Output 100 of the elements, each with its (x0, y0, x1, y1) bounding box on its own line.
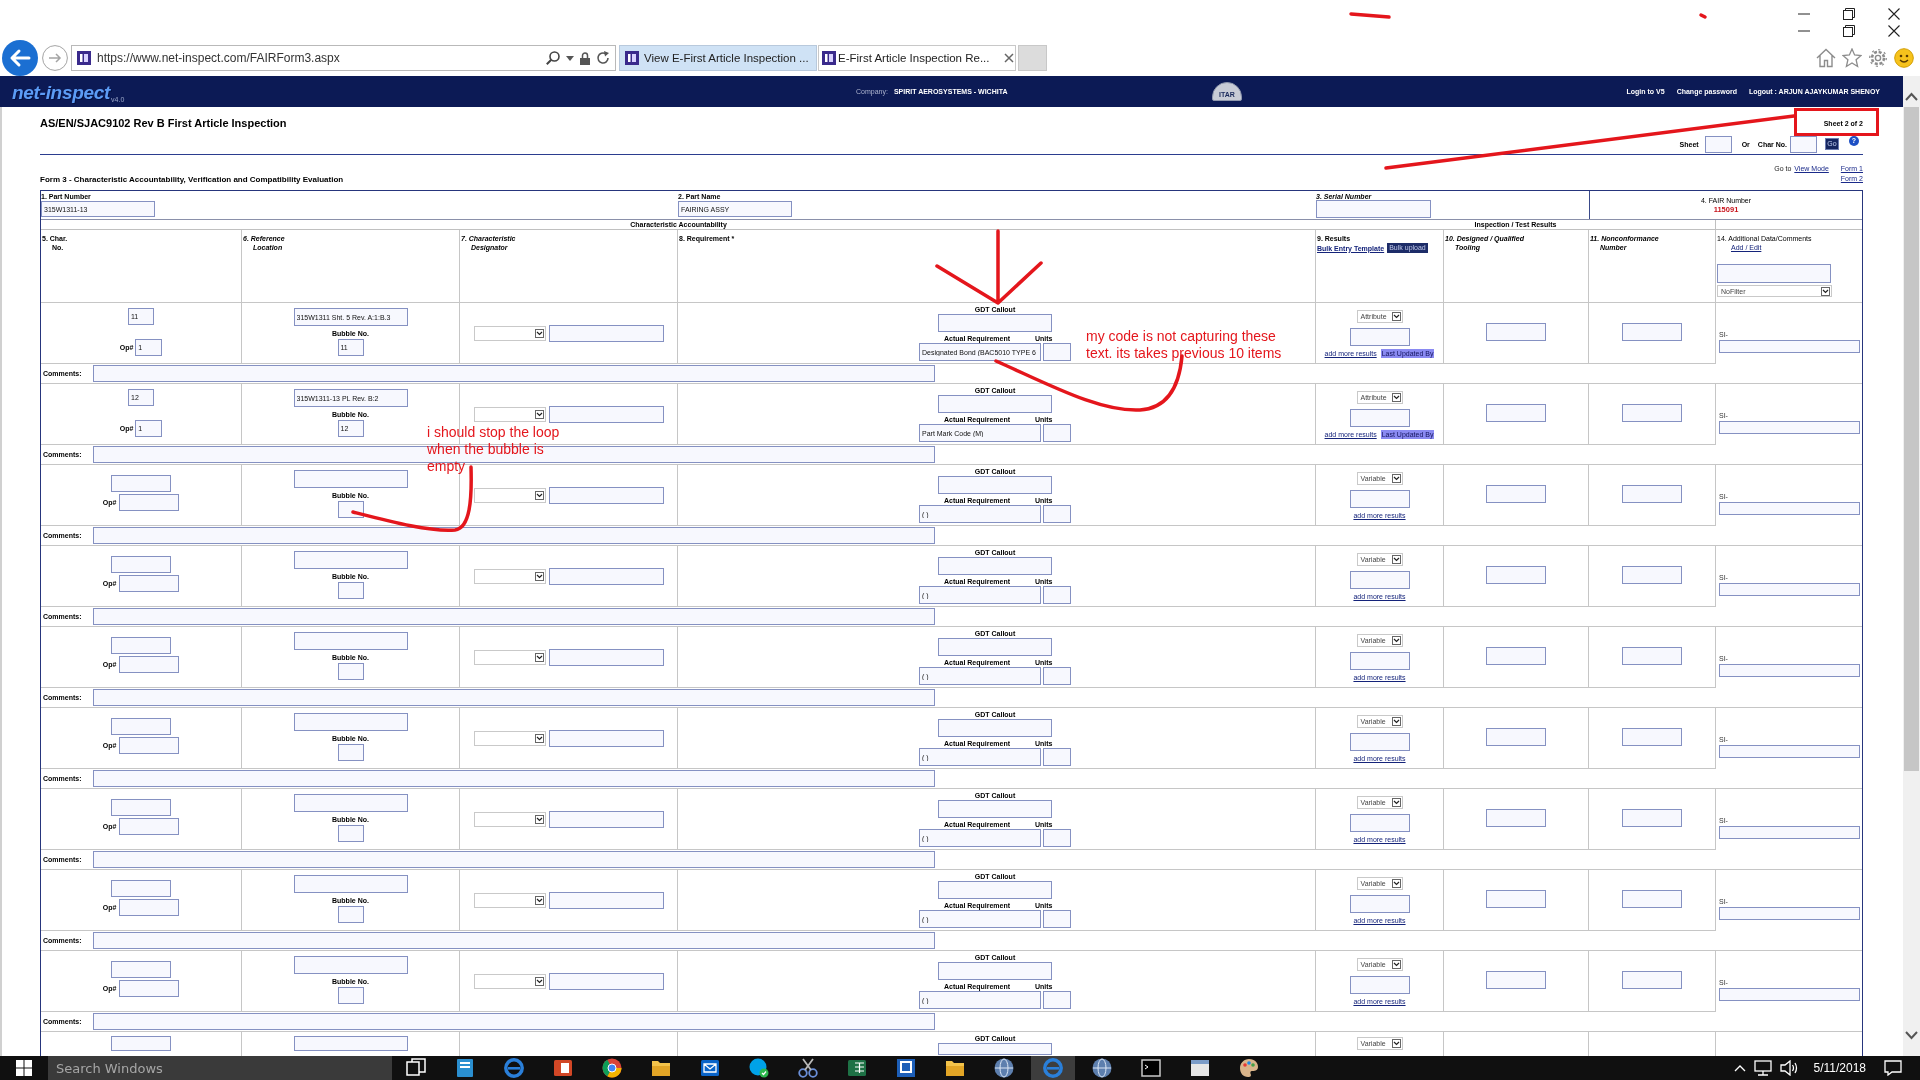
reference-location-field[interactable] (293, 551, 408, 569)
designator-dropdown[interactable] (474, 973, 546, 989)
op-number-field[interactable] (119, 818, 180, 835)
settings-icon[interactable] (1868, 48, 1888, 68)
char-number-field[interactable] (111, 637, 171, 654)
gdt-callout-field[interactable] (938, 314, 1052, 332)
reference-location-field[interactable] (293, 875, 408, 893)
search-icon[interactable] (546, 51, 560, 65)
comments-field[interactable] (93, 1013, 935, 1030)
gdt-callout-field[interactable] (938, 395, 1052, 413)
comments-field[interactable] (93, 365, 935, 382)
refresh-icon[interactable] (596, 51, 610, 65)
comments-field[interactable] (93, 608, 935, 625)
units-field[interactable] (1043, 829, 1071, 847)
nonconformance-field[interactable] (1622, 566, 1682, 584)
caret-icon[interactable] (566, 55, 574, 61)
char-number-field[interactable] (111, 1036, 171, 1051)
notification-icon[interactable] (1884, 1060, 1902, 1076)
address-bar[interactable]: https://www.net-inspect.com/FAIRForm3.aspx (71, 45, 616, 71)
result-field[interactable] (1349, 976, 1410, 994)
designator-dropdown[interactable] (474, 325, 546, 341)
bubble-number-field[interactable] (337, 663, 364, 680)
designator-field[interactable] (549, 810, 664, 828)
site-logo[interactable]: net-inspect (12, 82, 111, 104)
smiley-icon[interactable] (1894, 48, 1914, 68)
reference-location-field[interactable] (293, 794, 408, 812)
gdt-callout-field[interactable] (938, 638, 1052, 656)
gdt-callout-field[interactable] (938, 962, 1052, 980)
designator-dropdown[interactable] (474, 892, 546, 908)
close-button[interactable] (1888, 7, 1900, 20)
nonconformance-field[interactable] (1622, 971, 1682, 989)
tooling-field[interactable] (1486, 809, 1546, 827)
op-number-field[interactable] (119, 494, 180, 511)
comments-field[interactable] (93, 851, 935, 868)
close-button[interactable] (1888, 25, 1900, 38)
nonconformance-field[interactable] (1622, 809, 1682, 827)
units-field[interactable] (1043, 991, 1071, 1009)
scroll-up-button[interactable] (1903, 92, 1920, 102)
char-number-search-field[interactable] (1790, 135, 1817, 153)
tooling-field[interactable] (1486, 647, 1546, 665)
nonconformance-field[interactable] (1622, 323, 1682, 341)
units-field[interactable] (1043, 343, 1071, 361)
chevron-up-icon[interactable] (1733, 1064, 1746, 1072)
gdt-callout-field[interactable] (938, 719, 1052, 737)
tooling-field[interactable] (1486, 728, 1546, 746)
designator-field[interactable] (549, 567, 664, 585)
tooling-field[interactable] (1486, 404, 1546, 422)
tooling-field[interactable] (1486, 485, 1546, 503)
designator-dropdown[interactable] (474, 568, 546, 584)
si-field[interactable] (1719, 340, 1860, 353)
si-field[interactable] (1719, 988, 1860, 1001)
taskbar-date[interactable]: 5/11/2018 (1813, 1061, 1866, 1075)
nonconformance-field[interactable] (1622, 404, 1682, 422)
designator-field[interactable] (549, 972, 664, 990)
designator-dropdown[interactable] (474, 649, 546, 665)
nonconformance-field[interactable] (1622, 728, 1682, 746)
units-field[interactable] (1043, 667, 1071, 685)
gdt-callout-field[interactable] (938, 557, 1052, 575)
units-field[interactable] (1043, 586, 1071, 604)
si-field[interactable] (1719, 664, 1860, 677)
gdt-callout-field[interactable] (938, 800, 1052, 818)
bubble-number-field[interactable] (337, 501, 364, 518)
browser-tab[interactable]: E-First Article Inspection Re... (818, 45, 1016, 71)
result-field[interactable] (1349, 652, 1410, 670)
gdt-callout-field[interactable] (938, 476, 1052, 494)
designator-field[interactable] (549, 405, 664, 423)
volume-icon[interactable] (1779, 1060, 1798, 1076)
result-field[interactable] (1349, 409, 1410, 427)
reference-location-field[interactable] (293, 632, 408, 650)
char-number-field[interactable] (111, 880, 171, 897)
char-number-field[interactable] (111, 799, 171, 816)
op-number-field[interactable] (119, 980, 180, 997)
designator-field[interactable] (549, 891, 664, 909)
gdt-callout-field[interactable] (938, 881, 1052, 899)
result-field[interactable] (1349, 328, 1410, 346)
scrollbar-thumb[interactable] (1904, 107, 1919, 771)
network-icon[interactable] (1753, 1060, 1772, 1076)
designator-field[interactable] (549, 324, 664, 342)
bubble-number-field[interactable] (337, 825, 364, 842)
nonconformance-field[interactable] (1622, 647, 1682, 665)
designator-field[interactable] (549, 729, 664, 747)
comments-field[interactable] (93, 689, 935, 706)
result-field[interactable] (1349, 733, 1410, 751)
designator-field[interactable] (549, 648, 664, 666)
si-field[interactable] (1719, 745, 1860, 758)
units-field[interactable] (1043, 505, 1071, 523)
si-field[interactable] (1719, 907, 1860, 920)
op-number-field[interactable] (119, 737, 180, 754)
comments-field[interactable] (93, 770, 935, 787)
forward-button[interactable] (42, 45, 68, 71)
result-field[interactable] (1349, 571, 1410, 589)
bubble-number-field[interactable] (337, 987, 364, 1004)
tooling-field[interactable] (1486, 323, 1546, 341)
additional-data-field[interactable] (1717, 264, 1831, 283)
tooling-field[interactable] (1486, 971, 1546, 989)
bubble-number-field[interactable] (337, 744, 364, 761)
units-field[interactable] (1043, 748, 1071, 766)
si-field[interactable] (1719, 826, 1860, 839)
restore-button[interactable] (1843, 25, 1855, 38)
designator-dropdown[interactable] (474, 811, 546, 827)
